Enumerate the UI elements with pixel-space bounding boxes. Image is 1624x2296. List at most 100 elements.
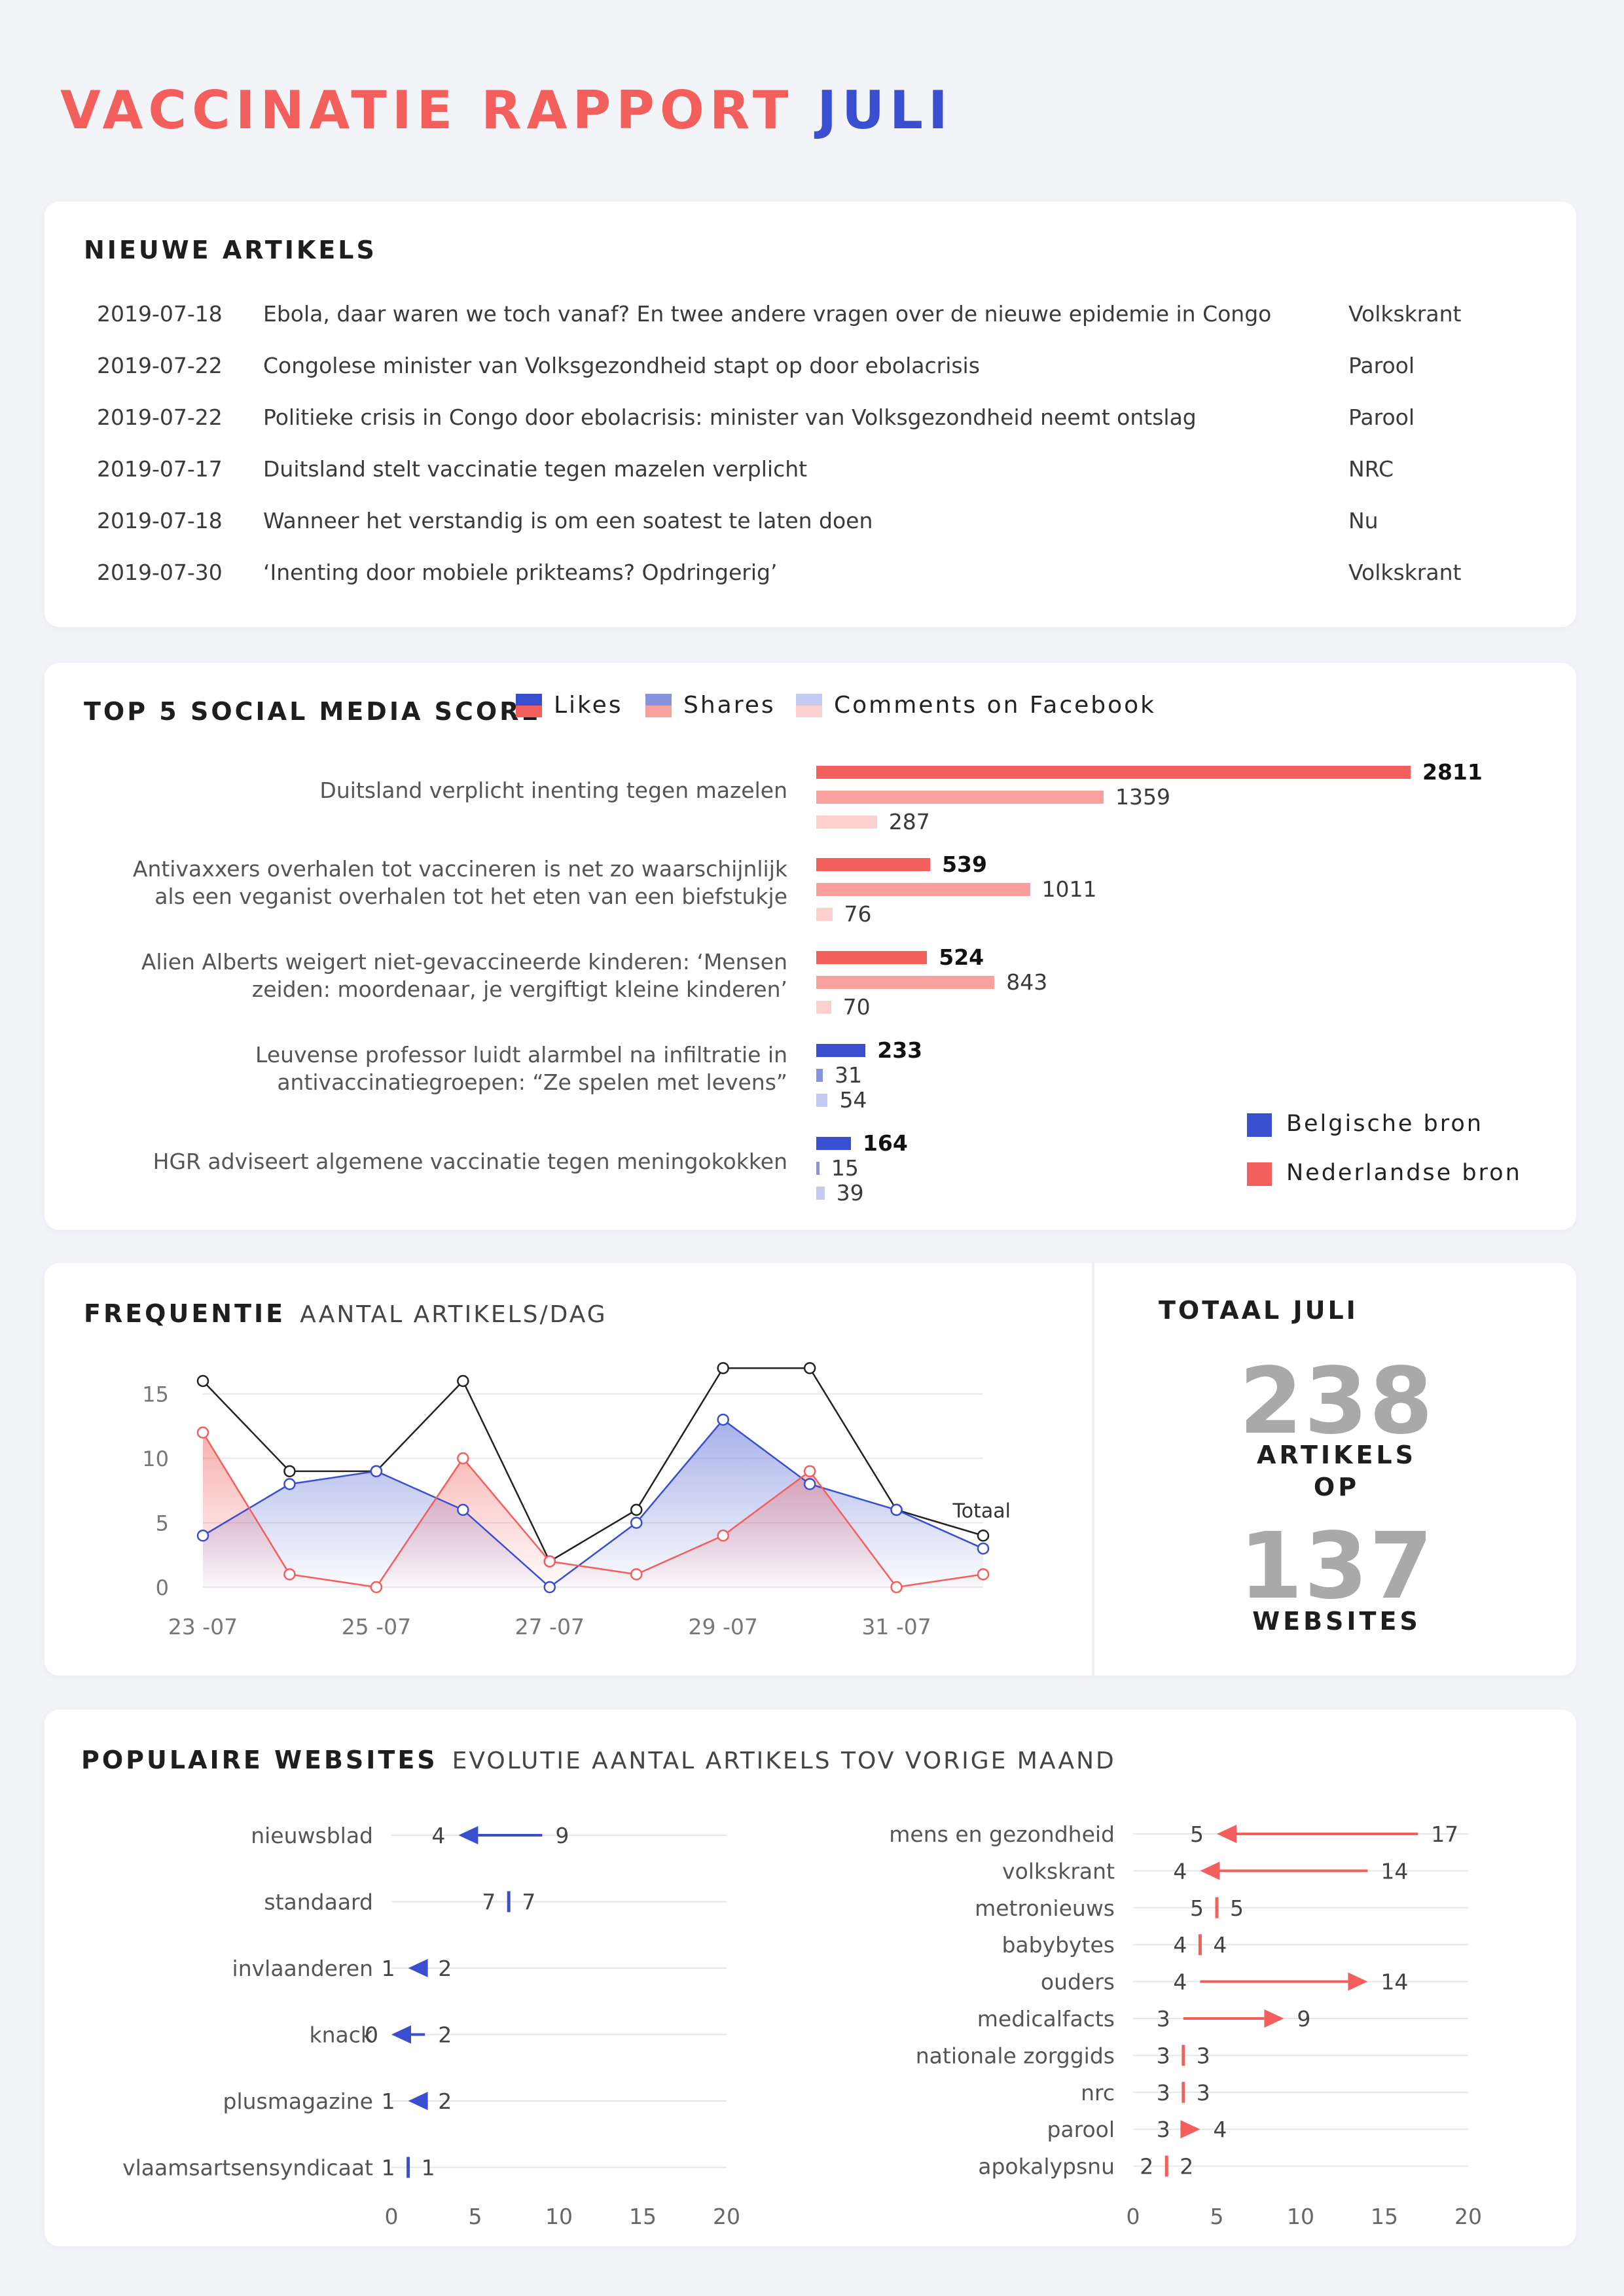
data-point [717, 1530, 729, 1542]
article-source: NRC [1348, 456, 1394, 482]
data-point [283, 1478, 296, 1490]
website-name: parool [1047, 2117, 1115, 2142]
article-row[interactable]: 2019-07-30 ‘Inenting door mobiele priktea… [97, 560, 1471, 599]
data-point [543, 1555, 556, 1568]
value-label: 5 [1230, 1895, 1244, 1921]
value-label: 7 [482, 1890, 496, 1915]
y-tick-label: 15 [142, 1382, 169, 1407]
data-point [630, 1516, 643, 1529]
x-tick-label: 31 -07 [861, 1614, 931, 1640]
data-point [717, 1413, 729, 1426]
post-title-line: Duitsland verplicht inenting tegen mazel… [319, 778, 787, 803]
value-label: 4 [1173, 1858, 1187, 1884]
post-title-line: HGR adviseert algemene vaccinatie tegen … [153, 1149, 787, 1174]
bar-shares [816, 1069, 823, 1082]
article-date: 2019-07-30 [97, 560, 223, 585]
data-point [803, 1465, 816, 1478]
value-label: 5 [1190, 1895, 1204, 1921]
data-point [630, 1503, 643, 1516]
belgian-swatch [1247, 1113, 1272, 1137]
value-label: 9 [555, 1823, 569, 1848]
post-title-line: zeiden: moordenaar, je vergiftigt kleine… [251, 977, 787, 1002]
bar-value: 539 [942, 852, 987, 877]
article-row[interactable]: 2019-07-17 Duitsland stelt vaccinatie teg… [97, 456, 1471, 495]
bar-shares [816, 791, 1104, 804]
title-month: JULI [817, 80, 953, 141]
post-title: Alien Alberts weigert niet-gevaccineerde… [141, 948, 787, 1003]
article-title: Wanneer het verstandig is om een soatest… [263, 508, 873, 533]
article-row[interactable]: 2019-07-22 Congolese minister van Volksge… [97, 353, 1471, 392]
website-name: mens en gezondheid [889, 1821, 1115, 1847]
value-label: 3 [1197, 2043, 1210, 2068]
data-point [977, 1542, 990, 1555]
value-label: 2 [438, 1956, 452, 1981]
title-main: VACCINATIE RAPPORT [60, 80, 794, 141]
bar-shares [816, 976, 995, 989]
bar-value: 70 [842, 994, 871, 1020]
article-title: Congolese minister van Volksgezondheid s… [263, 353, 980, 378]
bar-likes [816, 1137, 851, 1150]
total-divider [1092, 1263, 1094, 1676]
website-name: apokalypsnu [978, 2154, 1115, 2179]
data-point [457, 1503, 469, 1516]
value-label: 4 [431, 1823, 445, 1848]
legend-belgian-source: Belgische bron [1247, 1111, 1483, 1137]
total-websites-label: WEBSITES [1252, 1607, 1421, 1636]
bar-value: 164 [862, 1130, 908, 1156]
value-label: 9 [1297, 2006, 1310, 2032]
data-point [283, 1568, 296, 1581]
value-label: 1 [382, 1956, 395, 1981]
change-arrowhead [391, 2025, 411, 2044]
legend-likes-swatch [516, 694, 542, 717]
change-arrowhead [458, 1826, 478, 1844]
data-point [457, 1452, 469, 1465]
value-label: 4 [1213, 2117, 1227, 2142]
post-title: Leuvense professor luidt alarmbel na inf… [255, 1041, 787, 1096]
article-source: Nu [1348, 508, 1379, 533]
bar-value: 233 [877, 1037, 923, 1063]
website-name: vlaamsartsensyndicaat [122, 2155, 373, 2181]
article-row[interactable]: 2019-07-18 Ebola, daar waren we toch vana… [97, 301, 1471, 340]
data-point [543, 1581, 556, 1594]
x-tick-label: 27 -07 [515, 1614, 585, 1640]
x-tick-label: 0 [385, 2204, 399, 2229]
value-label: 4 [1213, 1932, 1227, 1958]
post-title: Duitsland verplicht inenting tegen mazel… [319, 777, 787, 804]
value-label: 14 [1380, 1858, 1408, 1884]
dutch-swatch [1247, 1162, 1272, 1186]
change-arrowhead [1180, 2120, 1200, 2139]
article-date: 2019-07-18 [97, 301, 223, 327]
website-name: invlaanderen [232, 1956, 373, 1981]
total-heading: TOTAAL JULI [1159, 1296, 1358, 1325]
bar-value: 76 [844, 901, 872, 927]
value-label: 4 [1173, 1969, 1187, 1995]
article-source: Parool [1348, 353, 1415, 378]
legend-likes-label: Likes [554, 692, 623, 719]
bar-value: 39 [836, 1180, 864, 1206]
bar-value: 287 [888, 809, 930, 834]
x-tick-label: 20 [713, 2204, 740, 2229]
y-tick-label: 5 [156, 1511, 169, 1536]
value-label: 17 [1431, 1821, 1458, 1847]
post-title-line: Leuvense professor luidt alarmbel na inf… [255, 1042, 787, 1067]
value-label: 2 [1180, 2154, 1193, 2179]
value-label: 2 [438, 2022, 452, 2048]
change-arrowhead [1348, 1972, 1368, 1991]
social-heading: TOP 5 SOCIAL MEDIA SCORE [84, 697, 541, 726]
website-name: metronieuws [975, 1895, 1115, 1921]
bar-shares [816, 1162, 820, 1175]
articles-heading: NIEUWE ARTIKELS [84, 236, 377, 264]
article-row[interactable]: 2019-07-18 Wanneer het verstandig is om e… [97, 508, 1471, 547]
article-source: Volkskrant [1348, 560, 1462, 585]
article-row[interactable]: 2019-07-22 Politieke crisis in Congo door… [97, 404, 1471, 444]
article-title: ‘Inenting door mobiele prikteams? Opdrin… [263, 560, 778, 585]
website-name: nationale zorggids [916, 2043, 1115, 2068]
total-articles-label: ARTIKELS [1256, 1441, 1416, 1469]
change-arrowhead [408, 1959, 428, 1977]
change-arrowhead [1200, 1861, 1220, 1880]
bar-comments [816, 908, 833, 921]
bar-likes [816, 858, 931, 871]
post-title-line: Alien Alberts weigert niet-gevaccineerde… [141, 949, 787, 975]
data-point [890, 1503, 903, 1516]
value-label: 5 [1190, 1821, 1204, 1847]
